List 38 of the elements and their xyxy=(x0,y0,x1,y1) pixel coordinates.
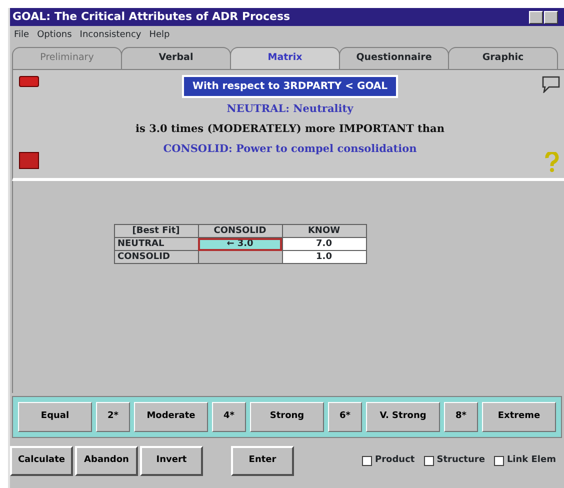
scale-button[interactable]: 4* xyxy=(212,402,246,432)
checkbox-label[interactable]: Structure xyxy=(436,454,485,468)
menu-item[interactable]: File xyxy=(10,28,34,42)
tab[interactable]: Graphic xyxy=(448,47,558,69)
column-header: [Best Fit] xyxy=(114,224,198,238)
row-header: NEUTRAL xyxy=(114,238,198,250)
second-element: CONSOLID: Power to compel consolidation xyxy=(163,142,417,156)
column-header: CONSOLID xyxy=(198,224,282,238)
scale-button[interactable]: Strong xyxy=(250,402,324,432)
enter-button[interactable]: Enter xyxy=(231,446,294,476)
scale-button[interactable]: Extreme xyxy=(482,402,556,432)
checkbox[interactable] xyxy=(424,456,434,466)
menu-item[interactable]: Inconsistency xyxy=(76,28,146,42)
scale-button[interactable]: Equal xyxy=(18,402,92,432)
matrix-cell[interactable]: 7.0 xyxy=(282,238,366,250)
window-title: GOAL: The Critical Attributes of ADR Process xyxy=(12,8,290,25)
action-button[interactable]: Calculate xyxy=(10,446,73,476)
comparison-text: is 3.0 times (MODERATELY) more IMPORTANT than xyxy=(136,122,444,137)
scale-button[interactable]: V. Strong xyxy=(366,402,440,432)
tab[interactable]: Matrix xyxy=(230,47,340,69)
context-label: With respect to 3RDPARTY < GOAL xyxy=(182,75,398,98)
scale-button[interactable]: 8* xyxy=(444,402,478,432)
checkbox-label[interactable]: Link Elem xyxy=(506,454,556,468)
scale-button[interactable]: 6* xyxy=(328,402,362,432)
checkbox[interactable] xyxy=(494,456,504,466)
matrix-cell[interactable]: 1.0 xyxy=(282,250,366,264)
action-button[interactable]: Invert xyxy=(140,446,203,476)
menu-item[interactable]: Help xyxy=(145,28,174,42)
speech-bubble-icon[interactable] xyxy=(541,76,561,93)
checkbox[interactable] xyxy=(362,456,372,466)
menu-item[interactable]: Options xyxy=(33,28,76,42)
row-header: CONSOLID xyxy=(114,250,198,264)
column-header: KNOW xyxy=(282,224,366,238)
action-button[interactable]: Abandon xyxy=(75,446,138,476)
scale-button[interactable]: Moderate xyxy=(134,402,208,432)
scale-button[interactable]: 2* xyxy=(96,402,130,432)
first-element: NEUTRAL: Neutrality xyxy=(226,102,354,117)
checkbox-label[interactable]: Product xyxy=(375,454,415,468)
